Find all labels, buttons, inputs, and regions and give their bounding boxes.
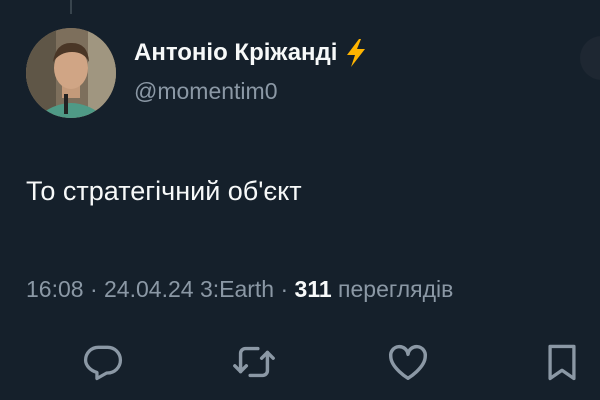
author-name-row[interactable]: Антоніо Кріжанді bbox=[134, 38, 369, 68]
reply-button[interactable] bbox=[79, 338, 127, 386]
bookmark-icon bbox=[548, 344, 576, 381]
author-display-name[interactable]: Антоніо Кріжанді bbox=[134, 39, 337, 67]
thread-connector-line bbox=[70, 0, 72, 14]
reply-icon bbox=[83, 345, 123, 381]
avatar-photo bbox=[26, 28, 116, 118]
avatar[interactable] bbox=[26, 28, 116, 118]
more-options-button[interactable] bbox=[580, 36, 600, 80]
tweet-meta: 16:08 · 24.04.24 3:Earth · 311 перегляді… bbox=[26, 276, 453, 303]
like-icon bbox=[389, 344, 427, 381]
like-button[interactable] bbox=[384, 338, 432, 386]
tweet-date[interactable]: 24.04.24 bbox=[104, 276, 194, 302]
views-label: переглядів bbox=[338, 276, 454, 302]
bookmark-button[interactable] bbox=[538, 338, 586, 386]
tweet-time[interactable]: 16:08 bbox=[26, 276, 84, 302]
retweet-icon bbox=[233, 346, 275, 378]
meta-separator: · bbox=[274, 276, 295, 302]
lightning-emoji-icon bbox=[343, 38, 369, 68]
tweet-text: То стратегічний об'єкт bbox=[26, 176, 302, 206]
author-handle[interactable]: @momentim0 bbox=[134, 78, 278, 105]
tweet-source: 3:Earth bbox=[199, 276, 275, 302]
views-count: 311 bbox=[294, 276, 332, 302]
retweet-button[interactable] bbox=[230, 338, 278, 386]
meta-separator: · bbox=[83, 276, 105, 302]
